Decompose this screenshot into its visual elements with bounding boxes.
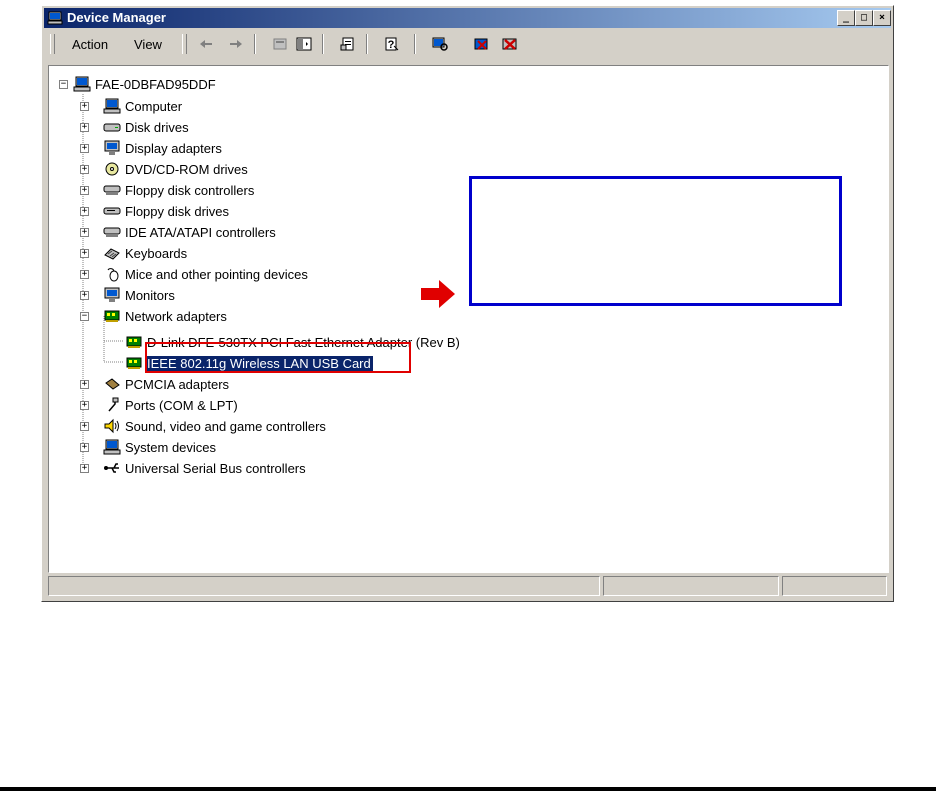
speaker-icon (104, 418, 119, 434)
expand-toggle-sound[interactable]: + (80, 422, 89, 431)
keyboard-icon (104, 248, 120, 260)
show-hide-tree-icon[interactable] (296, 36, 312, 52)
floppy-drive-icon (103, 207, 121, 215)
status-cell-3 (782, 576, 887, 596)
scan-hardware-icon[interactable] (432, 36, 448, 52)
properties-icon[interactable] (340, 36, 356, 52)
usb-icon (104, 463, 119, 473)
title-bar[interactable]: Device Manager _ □ × (44, 8, 891, 28)
toolbar-separator (322, 34, 324, 54)
mouse-icon (107, 268, 119, 282)
controller-icon (103, 227, 121, 237)
computer-icon (103, 439, 121, 455)
expand-toggle-dvd-cdrom[interactable]: + (80, 165, 89, 174)
expand-toggle-mice[interactable]: + (80, 270, 89, 279)
help-icon[interactable]: ? (384, 36, 400, 52)
toolbar: Action View ? (44, 31, 891, 57)
back-arrow-icon[interactable] (198, 36, 214, 52)
expand-toggle-usb[interactable]: + (80, 464, 89, 473)
controller-icon (103, 185, 121, 195)
menu-action[interactable]: Action (72, 37, 108, 52)
menu-view[interactable]: View (134, 37, 162, 52)
disk-drive-icon (103, 123, 121, 132)
callout-box (469, 176, 842, 306)
up-level-icon[interactable] (272, 36, 288, 52)
forward-arrow-icon[interactable] (228, 36, 244, 52)
expand-toggle-floppy-drives[interactable]: + (80, 207, 89, 216)
expand-toggle-ports[interactable]: + (80, 401, 89, 410)
expand-toggle-ide[interactable]: + (80, 228, 89, 237)
uninstall-device-icon[interactable] (474, 36, 490, 52)
expand-toggle-keyboards[interactable]: + (80, 249, 89, 258)
pointer-arrow-icon (421, 280, 455, 308)
network-card-icon (126, 357, 142, 369)
selection-highlight-box (145, 342, 411, 373)
page-rule (0, 787, 936, 791)
minimize-button[interactable]: _ (837, 10, 855, 26)
toolbar-grip-2[interactable] (182, 34, 187, 54)
monitor-icon (104, 287, 120, 302)
pcmcia-card-icon (105, 378, 120, 390)
status-cell-2 (603, 576, 779, 596)
toolbar-separator (254, 34, 256, 54)
network-card-icon (104, 310, 120, 322)
cd-drive-icon (105, 162, 119, 176)
expand-toggle-monitors[interactable]: + (80, 291, 89, 300)
window-title: Device Manager (67, 10, 166, 25)
status-bar (48, 576, 887, 596)
computer-icon (103, 98, 121, 114)
expand-toggle-pcmcia[interactable]: + (80, 380, 89, 389)
computer-icon (73, 76, 91, 92)
expand-toggle-floppy-controllers[interactable]: + (80, 186, 89, 195)
expand-toggle-disk-drives[interactable]: + (80, 123, 89, 132)
monitor-icon (104, 140, 120, 155)
network-card-icon (126, 336, 142, 348)
svg-text:?: ? (388, 39, 395, 51)
device-manager-icon (47, 11, 63, 25)
toolbar-separator (366, 34, 368, 54)
close-button[interactable]: × (873, 10, 891, 26)
disable-device-icon[interactable] (502, 36, 518, 52)
expand-toggle-computer[interactable]: + (80, 102, 89, 111)
status-cell-main (48, 576, 600, 596)
toolbar-grip[interactable] (50, 34, 55, 54)
collapse-toggle-root[interactable]: − (59, 80, 68, 89)
maximize-button[interactable]: □ (855, 10, 873, 26)
toolbar-separator (414, 34, 416, 54)
expand-toggle-display-adapters[interactable]: + (80, 144, 89, 153)
device-tree[interactable]: − FAE-0DBFAD95DDF Computer Disk drives D… (48, 65, 889, 573)
collapse-toggle-network-adapters[interactable]: − (80, 312, 89, 321)
port-connector-icon (108, 397, 119, 412)
expand-toggle-system-devices[interactable]: + (80, 443, 89, 452)
